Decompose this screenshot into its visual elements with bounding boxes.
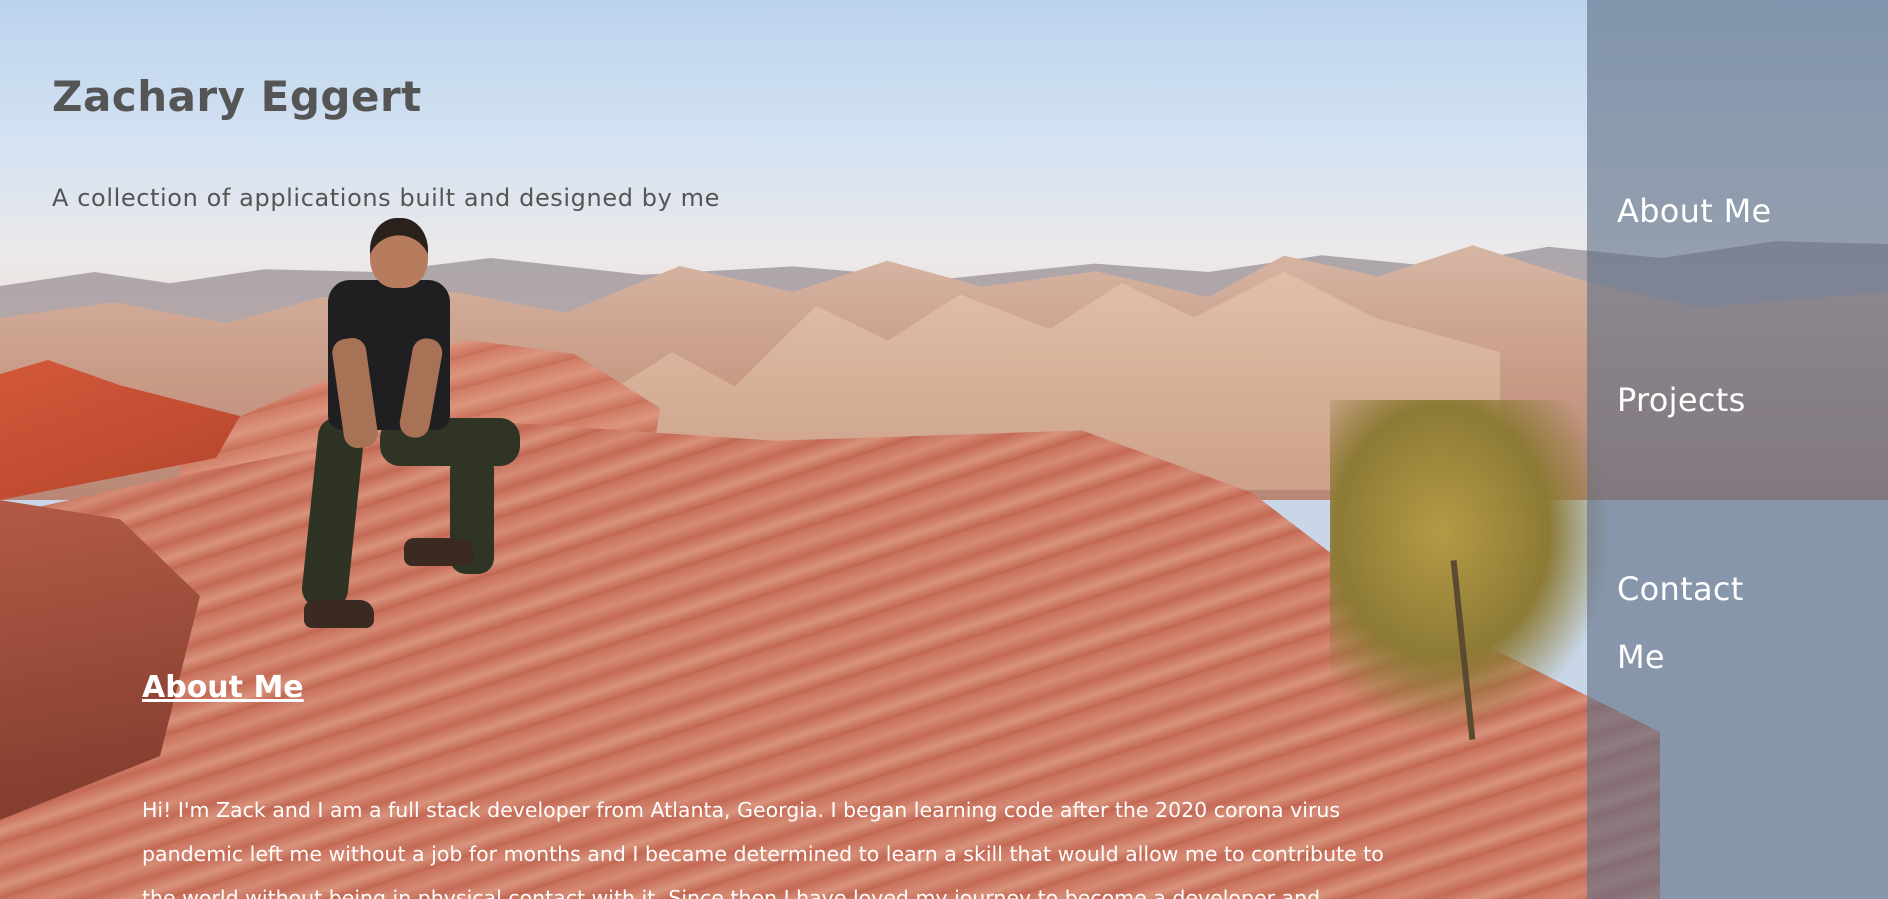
about-section-heading: About Me [142, 670, 304, 705]
nav-link-contact-me[interactable]: Contact Me [1617, 555, 1767, 691]
site-title: Zachary Eggert [52, 72, 422, 121]
person-sitting-on-rock [300, 218, 520, 648]
nav-link-about-me[interactable]: About Me [1617, 177, 1797, 245]
side-nav-panel: About Me Projects Contact Me [1587, 0, 1888, 899]
person-shoe [404, 538, 474, 566]
nav-link-projects[interactable]: Projects [1617, 366, 1797, 434]
desert-bush [1330, 400, 1610, 730]
about-section-text: Hi! I'm Zack and I am a full stack devel… [142, 798, 1384, 899]
person-shoe [304, 600, 374, 628]
person-head [370, 218, 428, 288]
site-tagline: A collection of applications built and d… [52, 184, 720, 212]
